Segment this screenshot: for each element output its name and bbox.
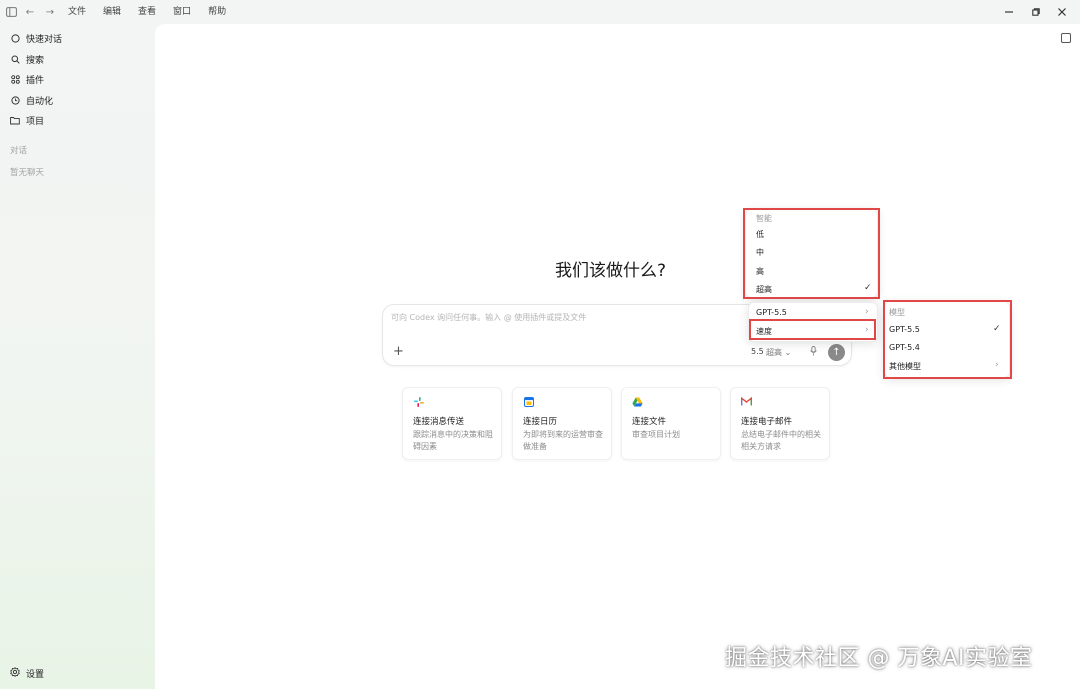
highlight-box-effort: [743, 208, 880, 299]
card-title: 连接消息传送: [413, 417, 465, 427]
minimize-icon[interactable]: [1000, 4, 1018, 20]
menu-bar: 文件 编辑 查看 窗口 帮助: [68, 5, 243, 19]
prompt-input[interactable]: [391, 313, 741, 322]
menu-view[interactable]: 查看: [138, 5, 156, 19]
card-title: 连接文件: [632, 417, 667, 427]
card-title: 连接电子邮件: [741, 417, 793, 427]
sidebar-item-plugins[interactable]: 插件: [10, 71, 44, 87]
add-attachment-icon[interactable]: +: [393, 344, 404, 359]
card-description: 为即将到来的运营审查做准备: [523, 430, 603, 451]
card-connect-email[interactable]: 连接电子邮件 总结电子邮件中的相关相关方请求: [730, 387, 830, 460]
sidebar-item-label: 搜索: [26, 55, 45, 66]
model-option-current[interactable]: GPT-5.5: [756, 308, 787, 317]
menu-help[interactable]: 帮助: [208, 5, 226, 19]
settings-button[interactable]: 设置: [10, 667, 44, 680]
clock-icon: [10, 95, 20, 105]
grid-icon: [10, 74, 20, 84]
arrow-up-icon: ↑: [832, 347, 841, 358]
highlight-box-speed: [749, 319, 876, 340]
watermark: 掘金技术社区 @ 万象AI实验室: [725, 646, 1033, 671]
gear-icon: [10, 667, 20, 680]
close-icon[interactable]: [1053, 4, 1071, 20]
sidebar-item-search[interactable]: 搜索: [10, 51, 44, 67]
calendar-icon: [523, 396, 534, 407]
card-connect-files[interactable]: 连接文件 审查项目计划: [621, 387, 721, 460]
slack-icon: [413, 396, 424, 407]
sidebar-item-quick-chat[interactable]: 快速对话: [10, 30, 62, 46]
sidebar-item-label: 项目: [26, 116, 45, 127]
back-arrow-icon[interactable]: ←: [23, 5, 37, 19]
model-selector[interactable]: 5.5: [751, 347, 764, 356]
card-connect-messaging[interactable]: 连接消息传送 跟踪消息中的决策和阻碍因素: [402, 387, 502, 460]
sidebar-item-label: 自动化: [26, 96, 54, 107]
menu-file[interactable]: 文件: [68, 5, 86, 19]
sidebar-item-label: 快速对话: [26, 34, 63, 45]
effort-selector[interactable]: 超高 ⌄: [766, 347, 791, 358]
card-description: 跟踪消息中的决策和阻碍因素: [413, 430, 493, 451]
sidebar-toggle-icon[interactable]: [4, 5, 18, 19]
chat-bubble-icon: [10, 33, 20, 43]
empty-chats-label: 暂无聊天: [10, 168, 45, 178]
card-connect-calendar[interactable]: 连接日历 为即将到来的运营审查做准备: [512, 387, 612, 460]
send-button[interactable]: ↑: [828, 344, 845, 361]
settings-label: 设置: [26, 670, 45, 680]
forward-arrow-icon[interactable]: →: [43, 5, 57, 19]
search-icon: [10, 54, 20, 64]
page-title: 我们该做什么?: [555, 261, 667, 281]
drive-icon: [632, 396, 643, 407]
gmail-icon: [741, 396, 752, 407]
panel-toggle-icon[interactable]: [1061, 33, 1071, 43]
folder-icon: [10, 115, 20, 125]
menu-edit[interactable]: 编辑: [103, 5, 121, 19]
menu-window[interactable]: 窗口: [173, 5, 191, 19]
microphone-icon[interactable]: [810, 346, 817, 359]
title-bar: ← → 文件 编辑 查看 窗口 帮助: [0, 0, 1080, 24]
maximize-icon[interactable]: [1027, 4, 1045, 20]
highlight-box-model: [883, 300, 1012, 379]
chevron-right-icon: ›: [865, 307, 869, 317]
sidebar-item-projects[interactable]: 项目: [10, 112, 44, 128]
sidebar-item-automation[interactable]: 自动化: [10, 92, 53, 108]
section-label-chats: 对话: [10, 146, 28, 156]
card-description: 审查项目计划: [632, 430, 680, 439]
card-title: 连接日历: [523, 417, 558, 427]
sidebar-item-label: 插件: [26, 75, 45, 86]
sidebar: 快速对话 搜索 插件 自动化 项目 对话 暂无聊天 设置: [0, 24, 155, 689]
card-description: 总结电子邮件中的相关相关方请求: [741, 430, 821, 451]
